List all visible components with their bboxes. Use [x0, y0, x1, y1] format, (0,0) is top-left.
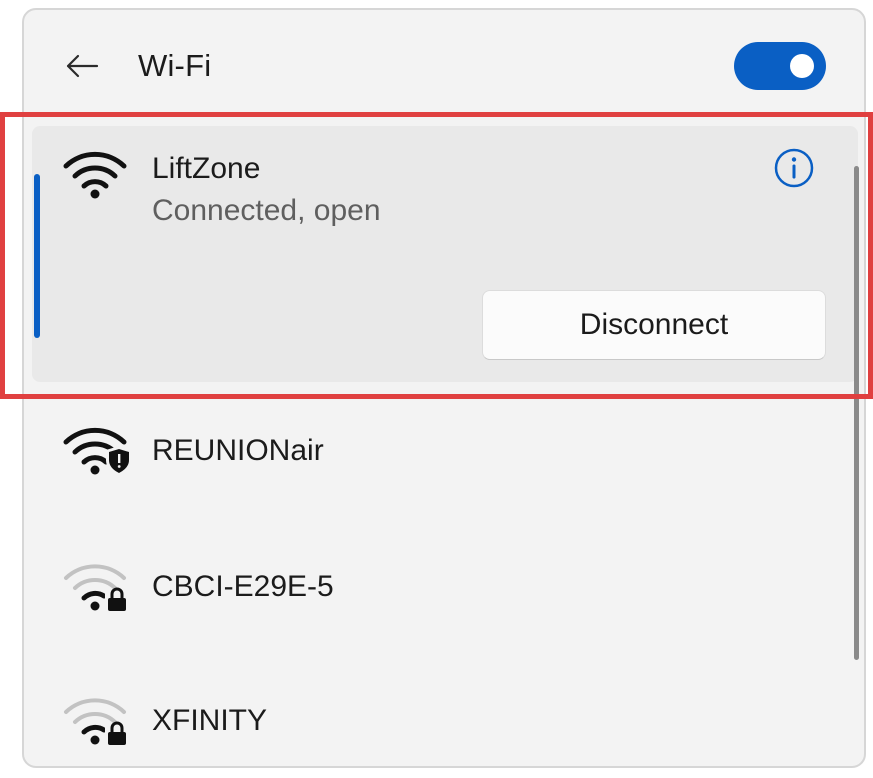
network-name: XFINITY — [152, 704, 268, 737]
disconnect-button[interactable]: Disconnect — [482, 290, 826, 360]
wifi-header: Wi-Fi — [24, 10, 864, 122]
network-name: LiftZone — [152, 152, 261, 185]
wifi-flyout-panel: Wi-Fi LiftZone Connected, open Disconnec… — [22, 8, 866, 768]
toggle-knob — [790, 54, 814, 78]
page-title: Wi-Fi — [138, 48, 212, 83]
wifi-toggle[interactable] — [734, 42, 826, 90]
network-item-xfinity[interactable]: XFINITY — [32, 668, 832, 778]
network-item-reunionair[interactable]: REUNIONair — [32, 398, 832, 508]
scrollbar[interactable] — [854, 166, 859, 660]
network-name: CBCI-E29E-5 — [152, 570, 334, 603]
network-list: LiftZone Connected, open Disconnect REUN… — [24, 126, 864, 766]
info-icon[interactable] — [772, 146, 816, 190]
wifi-locked-icon — [64, 564, 129, 612]
network-item-cbci[interactable]: CBCI-E29E-5 — [32, 534, 832, 644]
network-status: Connected, open — [152, 194, 381, 227]
network-name: REUNIONair — [152, 434, 324, 467]
wifi-full-signal-icon — [63, 151, 127, 199]
selection-indicator — [34, 174, 40, 338]
back-button[interactable] — [60, 44, 104, 88]
arrow-left-icon — [66, 54, 99, 78]
wifi-secured-shield-icon — [63, 427, 130, 476]
wifi-locked-icon — [64, 698, 129, 746]
connected-network-card[interactable]: LiftZone Connected, open Disconnect — [32, 126, 858, 382]
